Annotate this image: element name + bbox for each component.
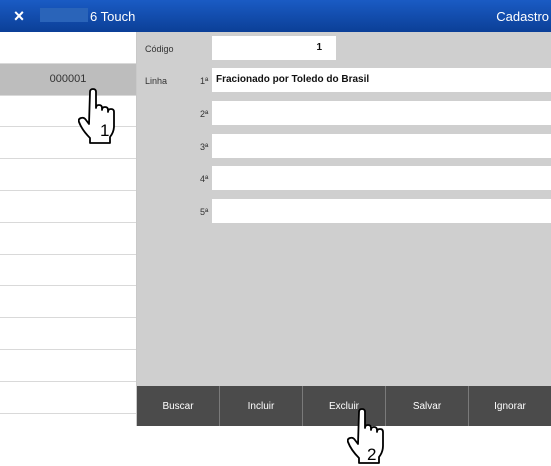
buscar-button[interactable]: Buscar <box>137 386 220 426</box>
redacted-title-area <box>40 8 88 22</box>
linha-label: Linha <box>145 76 168 86</box>
list-item[interactable] <box>0 318 136 350</box>
line-number-5: 5ª <box>200 207 209 217</box>
line-number-3: 3ª <box>200 142 209 152</box>
line-number-4: 4ª <box>200 174 209 184</box>
line-field-1[interactable]: Fracionado por Toledo do Brasil <box>212 68 551 92</box>
list-item[interactable] <box>0 286 136 319</box>
line-field-4[interactable] <box>212 166 551 190</box>
line-number-2: 2ª <box>200 109 209 119</box>
app-name: 6 Touch <box>90 9 136 24</box>
salvar-button[interactable]: Salvar <box>386 386 469 426</box>
line-field-3[interactable] <box>212 134 551 158</box>
ignorar-button[interactable]: Ignorar <box>469 386 551 426</box>
close-button[interactable]: × <box>0 0 38 32</box>
list-item[interactable] <box>0 223 136 255</box>
hand-cursor-icon: 2 <box>347 408 384 464</box>
step-number-2: 2 <box>367 445 376 464</box>
codigo-label: Código <box>145 44 174 54</box>
step-number-1: 1 <box>100 121 109 140</box>
form-panel: Código 1 Linha 1ª Fracionado por Toledo … <box>137 32 551 386</box>
title-bar: × 6 Touch Cadastro <box>0 0 551 32</box>
list-item[interactable] <box>0 350 136 382</box>
list-item[interactable] <box>0 191 136 223</box>
list-item[interactable] <box>0 159 136 191</box>
hand-cursor-icon: 1 <box>78 88 115 144</box>
screen-title: Cadastro <box>496 9 549 24</box>
line-number-1: 1ª <box>200 76 209 86</box>
line-field-5[interactable] <box>212 199 551 223</box>
list-item[interactable] <box>0 382 136 414</box>
close-icon: × <box>13 5 25 26</box>
codigo-field[interactable]: 1 <box>212 36 336 60</box>
incluir-button[interactable]: Incluir <box>220 386 303 426</box>
line-field-2[interactable] <box>212 101 551 125</box>
action-toolbar: Buscar Incluir Excluir Salvar Ignorar <box>137 386 551 426</box>
list-item[interactable] <box>0 32 136 64</box>
list-item[interactable] <box>0 255 136 287</box>
